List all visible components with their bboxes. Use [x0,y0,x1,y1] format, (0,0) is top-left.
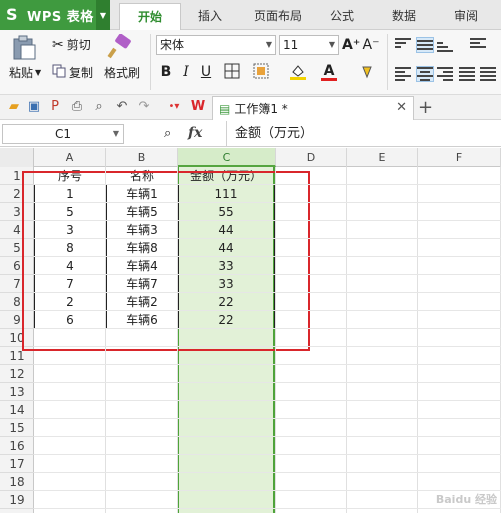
distribute-icon[interactable] [480,67,496,81]
document-tab[interactable]: ▤ 工作簿1 * ✕ [212,96,414,120]
merge-cells-icon[interactable] [252,63,270,81]
justify-icon[interactable] [459,67,475,81]
column-header-e[interactable]: E [347,148,418,167]
new-tab-icon[interactable]: + [418,97,433,118]
column-header-d[interactable]: D [276,148,347,167]
bold-button[interactable]: B [157,63,175,81]
row-header-18[interactable]: 18 [0,473,34,491]
row-header-14[interactable]: 14 [0,401,34,419]
row-header-19[interactable]: 19 [0,491,34,509]
tab-data[interactable]: 数据 [380,7,428,27]
customize-arrow-icon[interactable]: •▾ [166,99,182,115]
clipboard-icon [13,35,36,60]
font-size-select[interactable]: 11 ▼ [279,35,339,55]
formula-input[interactable]: 金额（万元） [226,121,501,147]
quick-access-bar: ▰ ▣ P ⎙ ⌕ ↶ ↷ •▾ W ▤ 工作簿1 * ✕ + [0,95,501,120]
undo-icon[interactable]: ↶ [114,99,130,115]
tab-formulas[interactable]: 公式 [318,7,366,27]
row-header-17[interactable]: 17 [0,455,34,473]
fill-color-icon[interactable] [289,63,307,81]
align-middle-icon[interactable] [416,37,434,53]
menu-bar: S WPS 表格 ▼ 开始 插入 页面布局 公式 数据 审阅 [0,0,501,30]
underline-button[interactable]: U [197,63,215,81]
column-header-c[interactable]: C [178,148,276,167]
cut-button[interactable]: ✂ 剪切 [52,36,91,53]
tab-home[interactable]: 开始 [119,3,181,30]
ribbon: 粘贴 ▼ ✂ 剪切 复制 格式刷 宋体 ▼ 11 ▼ A⁺ A⁻ B I U A [0,30,501,95]
wps-w-icon[interactable]: W [190,99,206,115]
format-painter-button[interactable] [106,34,136,60]
row-header-15[interactable]: 15 [0,419,34,437]
copy-button[interactable]: 复制 [52,64,93,81]
align-bottom-icon[interactable] [437,38,453,52]
app-menu-button[interactable]: S WPS 表格 ▼ [0,0,110,30]
scissors-icon: ✂ [52,36,64,53]
document-title: 工作簿1 * [234,102,288,116]
column-header-a[interactable]: A [34,148,106,167]
row-header-16[interactable]: 16 [0,437,34,455]
chevron-down-icon: ▼ [112,129,119,138]
align-center-icon[interactable] [416,66,434,82]
name-box[interactable]: C1 ▼ [2,124,124,144]
formula-bar: C1 ▼ ⌕ fx 金额（万元） [0,121,501,147]
app-name: WPS 表格 [27,9,94,25]
format-painter-label: 格式刷 [104,66,141,80]
column-header-b[interactable]: B [106,148,178,167]
align-right-icon[interactable] [437,67,453,81]
export-pdf-icon[interactable]: P [47,99,63,115]
close-icon[interactable]: ✕ [396,100,407,115]
select-all-corner[interactable] [0,148,34,167]
fx-icon[interactable]: fx [188,125,202,141]
watermark-text: Baidu 经验 [435,493,497,506]
spreadsheet: ABCDEF 1 2 3 4 5 6 7 8 9 10 11 12 13 14 15 16 17 18 19 序号名… [0,148,501,513]
highlight-box [22,171,310,351]
italic-button[interactable]: I [177,63,195,81]
wrap-text-icon[interactable] [470,38,486,52]
magnifier-icon[interactable]: ⌕ [164,126,171,141]
wps-logo-icon: S [6,5,18,24]
print-preview-icon[interactable]: ⌕ [91,99,107,115]
paste-label[interactable]: 粘贴 ▼ [9,64,41,81]
row-header-12[interactable]: 12 [0,365,34,383]
tab-review[interactable]: 审阅 [442,7,490,27]
copy-icon [52,64,66,81]
align-left-icon[interactable] [395,67,411,81]
save-icon[interactable]: ▣ [26,99,42,115]
paste-button[interactable] [10,34,40,62]
open-folder-icon[interactable]: ▰ [6,99,22,115]
print-icon[interactable]: ⎙ [69,99,85,115]
cell-grid[interactable]: 序号 名称 金额（万元） 1 车辆1 111 5 车辆5 55 3 车辆3 44 8 车辆8 44 4 车辆4 3… [22,167,501,513]
chevron-down-icon[interactable]: ▼ [96,0,110,30]
grow-font-button[interactable]: A⁺ [342,36,360,54]
font-color-button[interactable]: A [320,62,338,81]
shrink-font-button[interactable]: A⁻ [362,36,380,54]
clear-format-icon[interactable] [358,63,376,81]
redo-icon[interactable]: ↷ [136,99,152,115]
column-headers: ABCDEF [0,148,501,167]
font-name-select[interactable]: 宋体 ▼ [156,35,276,55]
tab-insert[interactable]: 插入 [186,7,234,27]
align-top-icon[interactable] [395,38,411,52]
brush-icon [107,34,131,59]
sheet-doc-icon: ▤ [219,101,231,116]
tab-page-layout[interactable]: 页面布局 [243,7,313,27]
row-header-13[interactable]: 13 [0,383,34,401]
borders-icon[interactable] [223,63,241,81]
column-header-f[interactable]: F [418,148,501,167]
